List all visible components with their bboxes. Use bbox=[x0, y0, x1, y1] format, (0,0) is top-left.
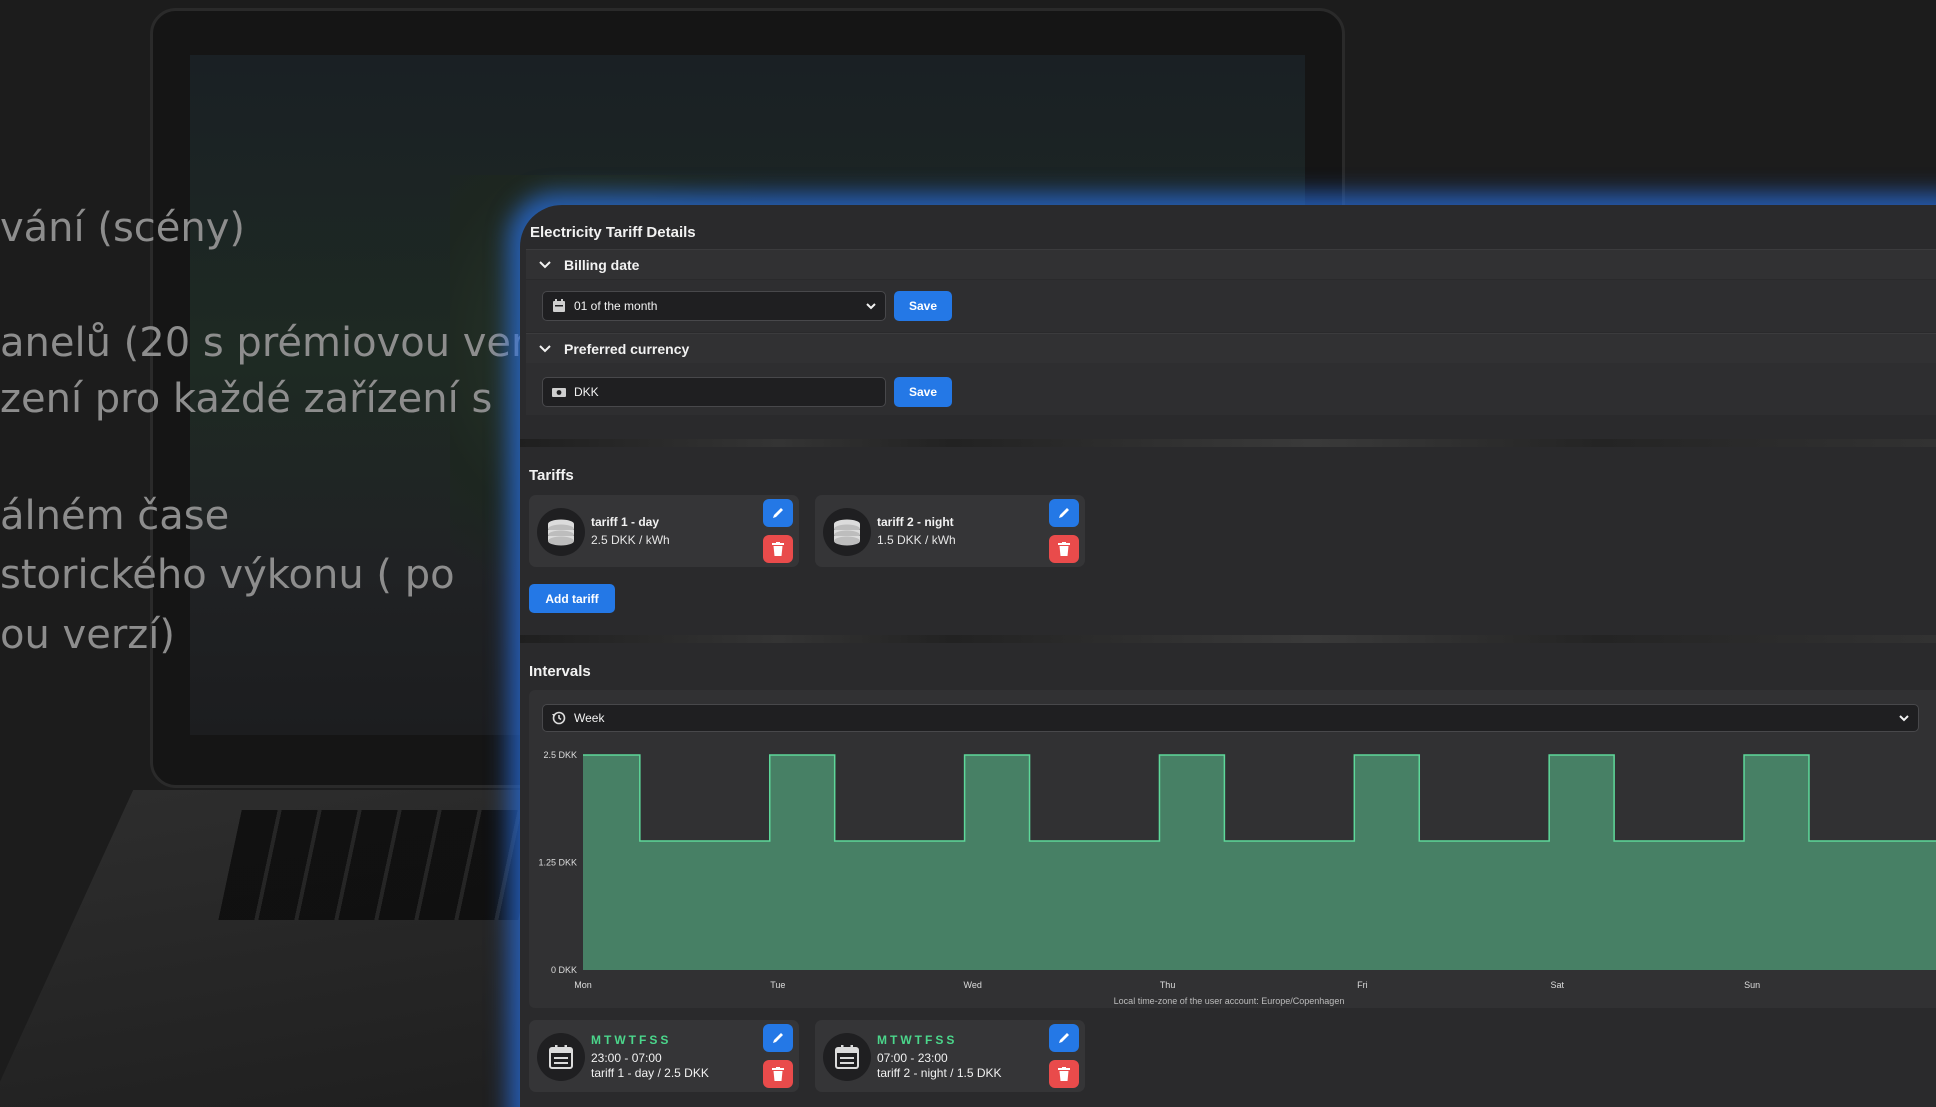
billing-date-save-button[interactable]: Save bbox=[894, 291, 952, 321]
x-tick-label: Sat bbox=[1551, 980, 1565, 990]
add-tariff-button[interactable]: Add tariff bbox=[529, 584, 615, 613]
money-icon bbox=[552, 388, 566, 397]
delete-interval-button[interactable] bbox=[763, 1060, 793, 1088]
panel-title: Electricity Tariff Details bbox=[530, 224, 696, 241]
interval-card: MTWTFSS 23:00 - 07:00 tariff 1 - day / 2… bbox=[529, 1020, 799, 1092]
tariff-name: tariff 1 - day bbox=[591, 515, 660, 529]
coins-icon bbox=[823, 508, 871, 556]
calendar-icon bbox=[823, 1033, 871, 1081]
interval-card: MTWTFSS 07:00 - 23:00 tariff 2 - night /… bbox=[815, 1020, 1085, 1092]
divider-band bbox=[520, 635, 1936, 643]
bg-text-line-6: ou verzí) bbox=[0, 612, 175, 658]
x-tick-label: Fri bbox=[1357, 980, 1368, 990]
trash-icon bbox=[1058, 542, 1070, 556]
interval-tariff: tariff 1 - day / 2.5 DKK bbox=[591, 1066, 709, 1080]
bg-text-line-1: vání (scény) bbox=[0, 205, 246, 251]
tariff-week-chart: 2.5 DKK 1.25 DKK 0 DKK Mon Tue Wed Thu Fri Sat Su… bbox=[538, 750, 1936, 1006]
chevron-down-icon bbox=[539, 260, 551, 268]
pencil-icon bbox=[773, 508, 783, 518]
x-tick-label: Mon bbox=[574, 980, 592, 990]
preferred-currency-header[interactable]: Preferred currency bbox=[526, 333, 1936, 363]
interval-tariff: tariff 2 - night / 1.5 DKK bbox=[877, 1066, 1002, 1080]
calendar-icon bbox=[553, 299, 565, 312]
interval-days: MTWTFSS bbox=[591, 1033, 672, 1047]
tariff-name: tariff 2 - night bbox=[877, 515, 954, 529]
intervals-title: Intervals bbox=[529, 663, 591, 680]
delete-tariff-button[interactable] bbox=[763, 535, 793, 563]
edit-interval-button[interactable] bbox=[763, 1024, 793, 1052]
interval-days: MTWTFSS bbox=[877, 1033, 958, 1047]
chevron-down-icon bbox=[866, 303, 876, 310]
trash-icon bbox=[772, 542, 784, 556]
tariff-card: tariff 1 - day 2.5 DKK / kWh bbox=[529, 495, 799, 567]
y-tick-label: 0 DKK bbox=[551, 965, 577, 975]
edit-tariff-button[interactable] bbox=[1049, 499, 1079, 527]
trash-icon bbox=[772, 1067, 784, 1081]
tariff-price: 1.5 DKK / kWh bbox=[877, 533, 956, 547]
pencil-icon bbox=[1059, 1033, 1069, 1043]
pencil-icon bbox=[1059, 508, 1069, 518]
tariff-price: 2.5 DKK / kWh bbox=[591, 533, 670, 547]
preferred-currency-body: DKK Save bbox=[526, 363, 1936, 415]
y-tick-label: 2.5 DKK bbox=[543, 750, 577, 760]
intervals-chart-card: Week 2.5 DKK 1.25 DKK 0 DKK Mon Tue Wed Thu Fri… bbox=[529, 690, 1936, 1008]
delete-interval-button[interactable] bbox=[1049, 1060, 1079, 1088]
currency-value: DKK bbox=[574, 385, 599, 399]
trash-icon bbox=[1058, 1067, 1070, 1081]
bg-text-line-2: anelů (20 s prémiovou verzí) bbox=[0, 320, 576, 366]
currency-input[interactable]: DKK bbox=[542, 377, 886, 407]
interval-time: 07:00 - 23:00 bbox=[877, 1051, 948, 1065]
preferred-currency-label: Preferred currency bbox=[564, 340, 690, 357]
billing-date-header[interactable]: Billing date bbox=[526, 249, 1936, 279]
billing-date-select[interactable]: 01 of the month bbox=[542, 291, 886, 321]
delete-tariff-button[interactable] bbox=[1049, 535, 1079, 563]
x-tick-label: Wed bbox=[964, 980, 982, 990]
bg-text-line-5: storického výkonu ( po bbox=[0, 552, 455, 598]
x-tick-label: Tue bbox=[770, 980, 785, 990]
tariff-panel: Electricity Tariff Details Billing date … bbox=[520, 205, 1936, 1107]
pencil-icon bbox=[773, 1033, 783, 1043]
interval-time: 23:00 - 07:00 bbox=[591, 1051, 662, 1065]
billing-date-label: Billing date bbox=[564, 256, 640, 273]
x-tick-label: Thu bbox=[1160, 980, 1176, 990]
tariff-card: tariff 2 - night 1.5 DKK / kWh bbox=[815, 495, 1085, 567]
coins-icon bbox=[537, 508, 585, 556]
edit-tariff-button[interactable] bbox=[763, 499, 793, 527]
edit-interval-button[interactable] bbox=[1049, 1024, 1079, 1052]
tariffs-title: Tariffs bbox=[529, 467, 574, 484]
chevron-down-icon bbox=[539, 344, 551, 352]
divider-band bbox=[520, 439, 1936, 447]
bg-text-line-4: álném čase bbox=[0, 493, 230, 539]
timezone-note: Local time-zone of the user account: Eur… bbox=[1114, 996, 1345, 1006]
billing-date-body: 01 of the month Save bbox=[526, 280, 1936, 332]
currency-save-button[interactable]: Save bbox=[894, 377, 952, 407]
billing-date-value: 01 of the month bbox=[574, 299, 658, 313]
laptop-keyboard bbox=[218, 810, 542, 920]
chart-area bbox=[583, 755, 1936, 970]
y-tick-label: 1.25 DKK bbox=[538, 858, 577, 868]
bg-text-line-3: zení pro každé zařízení s bbox=[0, 376, 493, 422]
x-tick-label: Sun bbox=[1744, 980, 1760, 990]
calendar-icon bbox=[537, 1033, 585, 1081]
